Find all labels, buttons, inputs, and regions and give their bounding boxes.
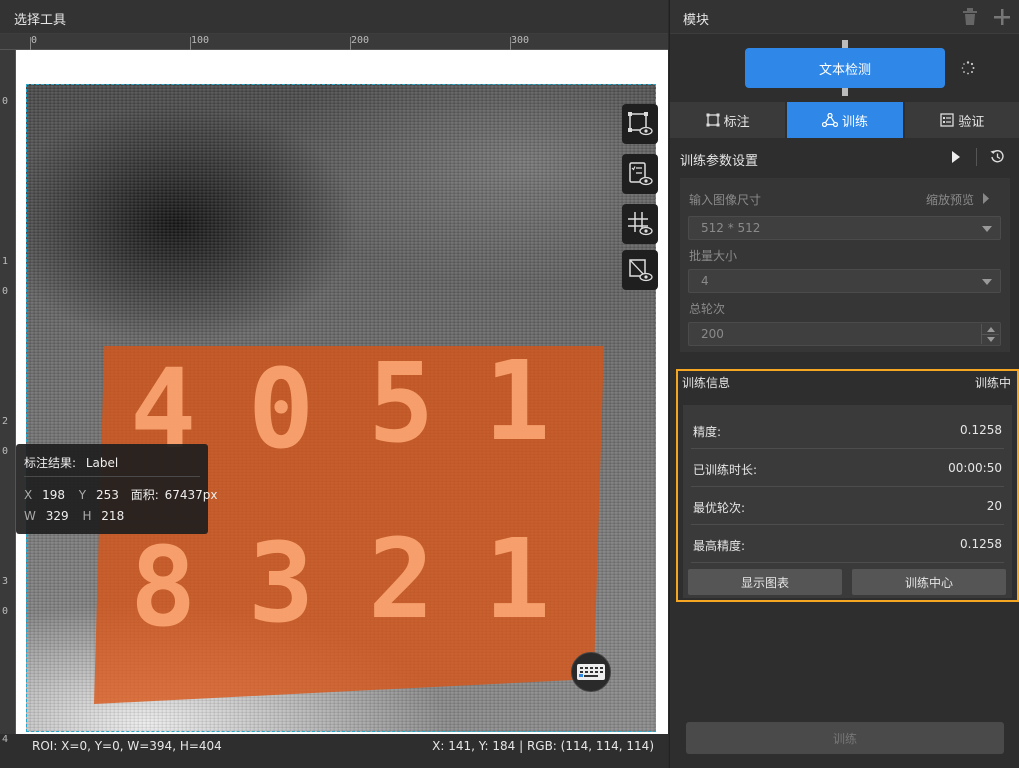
- label-view-icon[interactable]: [622, 154, 658, 194]
- input-size-value: 512 * 512: [701, 221, 761, 235]
- info-value: 0.1258: [960, 423, 1002, 437]
- w-label: W: [24, 509, 36, 523]
- roi-status: ROI: X=0, Y=0, W=394, H=404: [32, 739, 222, 753]
- stepper-up-icon[interactable]: [981, 324, 999, 334]
- tab-label: 训练: [841, 114, 868, 130]
- cursor-status: X: 141, Y: 184 | RGB: (114, 114, 114): [432, 739, 654, 753]
- ruler-label: 3: [2, 576, 9, 587]
- train-button[interactable]: 训练: [686, 722, 1004, 754]
- training-status: 训练中: [974, 376, 1011, 390]
- connector: [842, 40, 848, 48]
- ruler-label: 0: [2, 286, 9, 297]
- chevron-down-icon: [982, 226, 992, 232]
- tab-verify[interactable]: 验证: [904, 102, 1019, 138]
- epochs-stepper[interactable]: 200: [688, 322, 1001, 346]
- image-panel: 选择工具 0 100 200 300 0 1 0 2 0 3 0 4 4 0 5…: [0, 0, 668, 768]
- batch-size-select[interactable]: 4: [688, 269, 1001, 293]
- chevron-down-icon: [982, 279, 992, 285]
- scale-preview-arrow-icon[interactable]: [982, 193, 990, 207]
- module-panel: 模块 文本检测 标注 训练 验证 训练参数设置 输入图像尺寸 缩放预览 512 …: [669, 0, 1019, 768]
- info-key: 已训练时长:: [693, 463, 758, 477]
- info-value: 20: [986, 499, 1002, 513]
- result-value: Label: [85, 456, 119, 470]
- play-icon[interactable]: [951, 151, 961, 166]
- h-value: 218: [101, 509, 125, 523]
- panel-header: 模块: [670, 0, 1019, 34]
- info-row: 已训练时长: 00:00:50: [691, 449, 1004, 487]
- tab-label: 验证: [958, 114, 985, 130]
- roi-frame[interactable]: [26, 84, 656, 732]
- show-chart-button[interactable]: 显示图表: [688, 569, 842, 595]
- area-value: 67437px: [164, 488, 218, 502]
- ruler-label: 100: [191, 35, 210, 46]
- training-params: 输入图像尺寸 缩放预览 512 * 512 批量大小 4 总轮次 200: [680, 178, 1010, 352]
- module-text-detection[interactable]: 文本检测: [745, 48, 945, 88]
- panel-header: 选择工具: [0, 0, 668, 34]
- grid-view-icon[interactable]: [622, 204, 658, 244]
- stepper-down-icon[interactable]: [981, 334, 999, 344]
- info-key: 最优轮次:: [693, 501, 746, 515]
- ruler-vertical: 0 1 0 2 0 3 0 4: [0, 50, 16, 745]
- info-row: 最优轮次: 20: [691, 487, 1004, 525]
- ruler-label: 0: [2, 446, 9, 457]
- train-center-button[interactable]: 训练中心: [852, 569, 1006, 595]
- trash-icon[interactable]: [962, 8, 978, 29]
- x-value: 198: [42, 488, 65, 502]
- batch-size-label: 批量大小: [689, 249, 738, 263]
- add-icon[interactable]: [993, 8, 1011, 29]
- tab-bar: 标注 训练 验证: [670, 102, 1019, 138]
- info-value: 00:00:50: [948, 461, 1002, 475]
- annotate-icon: [706, 113, 720, 127]
- tab-label: 标注: [723, 114, 750, 130]
- ruler-horizontal: 0 100 200 300: [0, 34, 668, 50]
- x-label: X: [24, 488, 33, 502]
- w-value: 329: [45, 509, 69, 523]
- status-bar: ROI: X=0, Y=0, W=394, H=404 X: 141, Y: 1…: [16, 734, 668, 758]
- info-table: 精度: 0.1258 已训练时长: 00:00:50 最优轮次: 20 最高精度…: [683, 405, 1012, 598]
- y-value: 253: [95, 488, 119, 502]
- mask-view-icon[interactable]: [622, 250, 658, 290]
- connector: [842, 88, 848, 96]
- epochs-value: 200: [701, 327, 724, 341]
- ruler-label: 300: [511, 35, 530, 46]
- input-size-label: 输入图像尺寸: [689, 193, 762, 207]
- epochs-label: 总轮次: [689, 302, 726, 316]
- history-icon[interactable]: [990, 149, 1005, 167]
- h-label: H: [82, 509, 92, 523]
- ruler-label: 0: [31, 35, 38, 46]
- loading-spinner-icon: [961, 61, 975, 78]
- training-info-panel: 训练信息 训练中 精度: 0.1258 已训练时长: 00:00:50 最优轮次…: [676, 369, 1019, 602]
- roi-view-icon[interactable]: [622, 104, 658, 144]
- scale-preview-label[interactable]: 缩放预览: [926, 191, 974, 208]
- panel-title: 选择工具: [14, 13, 67, 28]
- ruler-label: 0: [2, 96, 9, 107]
- ruler-label: 2: [2, 416, 9, 427]
- ruler-label: 1: [2, 256, 9, 267]
- area-label: 面积:: [130, 488, 159, 502]
- image-canvas[interactable]: 4 0 5 1 8 3 2 1: [16, 50, 668, 734]
- ruler-label: 0: [2, 606, 9, 617]
- label-info-popup: 标注结果: Label X 198 Y 253 面积: 67437px W 32…: [16, 444, 217, 534]
- batch-size-value: 4: [701, 274, 709, 288]
- info-title: 训练信息: [682, 376, 731, 390]
- keyboard-icon[interactable]: [571, 652, 611, 692]
- verify-icon: [940, 113, 954, 127]
- params-title: 训练参数设置: [680, 154, 759, 169]
- input-size-select[interactable]: 512 * 512: [688, 216, 1001, 240]
- ruler-label: 200: [351, 35, 370, 46]
- info-key: 最高精度:: [693, 539, 746, 553]
- result-label: 标注结果:: [24, 456, 77, 470]
- info-row: 精度: 0.1258: [691, 411, 1004, 449]
- info-value: 0.1258: [960, 537, 1002, 551]
- divider: [976, 148, 977, 166]
- info-row: 最高精度: 0.1258: [691, 525, 1004, 563]
- panel-title: 模块: [683, 13, 710, 28]
- y-label: Y: [78, 488, 87, 502]
- train-icon: [821, 113, 838, 127]
- tab-train[interactable]: 训练: [787, 102, 903, 138]
- tab-annotate[interactable]: 标注: [670, 102, 786, 138]
- info-key: 精度:: [693, 425, 722, 439]
- ruler-label: 4: [2, 734, 9, 745]
